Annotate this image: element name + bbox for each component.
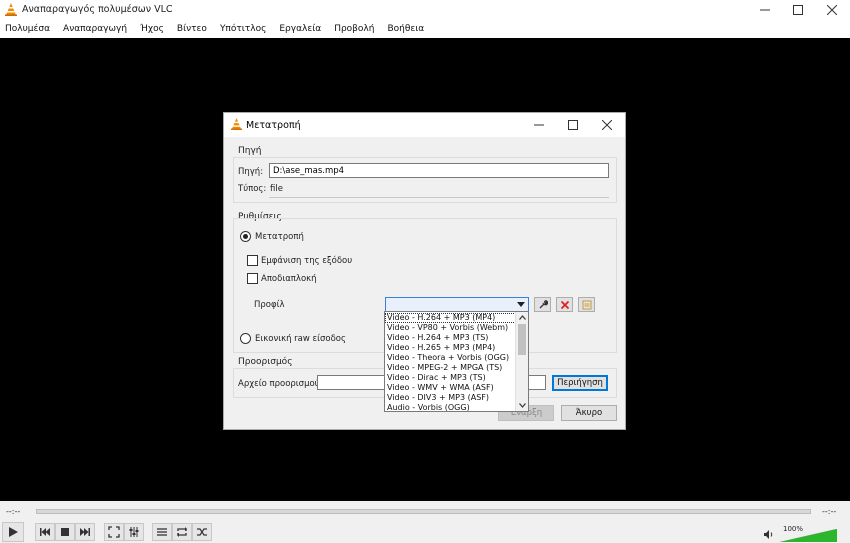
new-profile-button[interactable] [578, 297, 595, 312]
maximize-button[interactable] [781, 0, 815, 20]
raw-input-radio[interactable] [240, 333, 251, 344]
playlist-icon [157, 528, 167, 536]
source-separator [269, 197, 609, 198]
chevron-down-icon [517, 302, 525, 307]
profile-dropdown-list[interactable]: Video - H.264 + MP3 (MP4) Video - VP80 +… [384, 311, 529, 412]
time-total: --:-- [822, 507, 837, 516]
minimize-icon [534, 124, 544, 126]
close-button[interactable] [815, 0, 849, 20]
profile-option[interactable]: Video - VP80 + Vorbis (Webm) [385, 323, 516, 333]
extended-settings-button[interactable] [124, 523, 144, 541]
vlc-cone-icon [231, 118, 242, 130]
menu-playback[interactable]: Αναπαραγωγή [63, 24, 127, 34]
cancel-button[interactable]: Άκυρο [561, 405, 617, 421]
scroll-up-button[interactable] [516, 312, 528, 323]
scroll-thumb[interactable] [518, 324, 526, 355]
profile-option[interactable]: Video - MPEG-2 + MPGA (TS) [385, 363, 516, 373]
time-elapsed: --:-- [6, 507, 21, 516]
shuffle-button[interactable] [192, 523, 212, 541]
dialog-close-button[interactable] [590, 113, 624, 137]
chevron-up-icon [518, 315, 526, 320]
menu-subtitle[interactable]: Υπότιτλος [220, 24, 266, 34]
menu-view[interactable]: Προβολή [334, 24, 374, 34]
stop-button[interactable] [55, 523, 75, 541]
play-button[interactable] [2, 522, 24, 542]
seek-slider[interactable] [36, 509, 811, 514]
loop-icon [177, 527, 187, 537]
dialog-minimize-button[interactable] [522, 113, 556, 137]
previous-button[interactable] [35, 523, 55, 541]
profile-option[interactable]: Video - WMV + WMA (ASF) [385, 383, 516, 393]
source-group-title: Πηγή [238, 146, 262, 156]
deinterlace-label: Αποδιαπλοκή [261, 274, 317, 284]
minimize-icon [760, 9, 770, 11]
profile-combobox[interactable] [385, 297, 529, 312]
edit-profile-button[interactable] [534, 297, 551, 312]
speaker-icon[interactable] [763, 529, 774, 540]
profile-option[interactable]: Audio - Vorbis (OGG) [385, 403, 516, 411]
destination-file-label: Αρχείο προορισμού: [238, 379, 323, 389]
destination-group-title: Προορισμός [238, 357, 293, 367]
profile-option[interactable]: Video - H.264 + MP3 (TS) [385, 333, 516, 343]
dropdown-scrollbar[interactable] [515, 312, 528, 411]
window-title: Αναπαραγωγός πολυμέσων VLC [22, 4, 173, 15]
menu-bar: Πολυμέσα Αναπαραγωγή Ήχος Βίντεο Υπότιτλ… [0, 20, 850, 38]
menu-audio[interactable]: Ήχος [140, 24, 164, 34]
profile-option[interactable]: Video - DIV3 + MP3 (ASF) [385, 393, 516, 403]
convert-label: Μετατροπή [255, 232, 304, 242]
scroll-down-button[interactable] [516, 400, 528, 411]
profile-label: Προφίλ [254, 300, 285, 310]
wrench-icon [539, 299, 548, 308]
delete-icon [560, 300, 569, 309]
profile-option[interactable]: Video - H.265 + MP3 (MP4) [385, 343, 516, 353]
fullscreen-button[interactable] [104, 523, 124, 541]
next-button[interactable] [75, 523, 95, 541]
profile-option[interactable]: Video - H.264 + MP3 (MP4) [385, 313, 516, 323]
menu-media[interactable]: Πολυμέσα [5, 24, 50, 34]
convert-radio[interactable] [240, 231, 251, 242]
equalizer-icon [129, 527, 139, 537]
fullscreen-icon [108, 526, 120, 538]
maximize-icon [793, 5, 803, 15]
profile-option[interactable]: Video - Theora + Vorbis (OGG) [385, 353, 516, 363]
show-output-label: Εμφάνιση της εξόδου [261, 256, 353, 266]
close-icon [602, 120, 612, 130]
deinterlace-checkbox[interactable] [247, 273, 258, 284]
window-titlebar: Αναπαραγωγός πολυμέσων VLC [0, 0, 850, 20]
new-profile-icon [582, 300, 591, 309]
menu-help[interactable]: Βοήθεια [387, 24, 424, 34]
menu-tools[interactable]: Εργαλεία [279, 24, 321, 34]
source-field[interactable]: D:\ase_mas.mp4 [269, 163, 609, 178]
show-output-checkbox[interactable] [247, 255, 258, 266]
loop-button[interactable] [172, 523, 192, 541]
maximize-icon [568, 120, 578, 130]
profile-option[interactable]: Video - Dirac + MP3 (TS) [385, 373, 516, 383]
volume-slider[interactable] [780, 529, 837, 542]
type-label: Τύπος: [238, 184, 267, 194]
playlist-button[interactable] [152, 523, 172, 541]
type-value: file [270, 184, 283, 194]
delete-profile-button[interactable] [556, 297, 573, 312]
vlc-cone-icon [5, 3, 17, 16]
dialog-title: Μετατροπή [246, 120, 301, 131]
minimize-button[interactable] [748, 0, 782, 20]
control-bar: 100% [0, 521, 850, 543]
stop-icon [61, 528, 69, 536]
play-icon [9, 527, 18, 537]
next-icon [80, 528, 90, 536]
shuffle-icon [197, 528, 207, 536]
close-icon [827, 5, 837, 15]
dialog-titlebar: Μετατροπή [224, 113, 625, 137]
seek-area: --:-- --:-- [0, 501, 850, 521]
chevron-down-icon [518, 403, 526, 408]
source-label: Πηγή: [238, 167, 264, 177]
previous-icon [40, 528, 50, 536]
menu-video[interactable]: Βίντεο [177, 24, 207, 34]
raw-input-label: Εικονική raw είσοδος [255, 334, 346, 344]
browse-button[interactable]: Περιήγηση [552, 375, 608, 391]
dialog-maximize-button[interactable] [556, 113, 590, 137]
